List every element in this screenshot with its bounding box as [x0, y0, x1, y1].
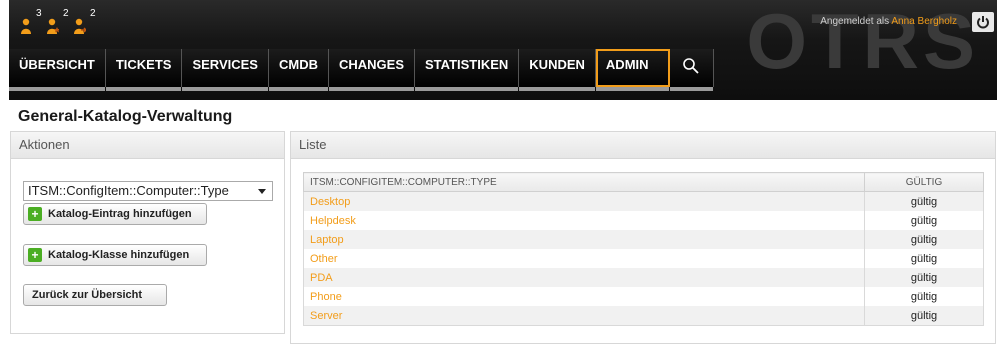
row-name-link[interactable]: Other [303, 249, 865, 268]
add-entry-label: Katalog-Eintrag hinzufügen [48, 208, 192, 220]
user-star-icon[interactable]: 2 [44, 8, 74, 36]
power-icon [977, 16, 989, 29]
user-name-link[interactable]: Anna Bergholz [891, 16, 957, 27]
nav-cmdb[interactable]: CMDB [268, 49, 329, 91]
nav-kunden[interactable]: KUNDEN [519, 49, 596, 91]
row-valid: gültig [864, 268, 984, 287]
add-class-label: Katalog-Klasse hinzufügen [48, 249, 190, 261]
plus-icon: + [28, 207, 42, 221]
row-name-link[interactable]: Phone [303, 287, 865, 306]
row-valid: gültig [864, 211, 984, 230]
column-header-valid[interactable]: GÜLTIG [864, 172, 984, 192]
row-name-link[interactable]: Helpdesk [303, 211, 865, 230]
table-row[interactable]: PDA gültig [303, 268, 984, 287]
page-title: General-Katalog-Verwaltung [18, 108, 233, 125]
row-name-link[interactable]: PDA [303, 268, 865, 287]
otrs-logo: OTRS [746, 0, 979, 85]
row-valid: gültig [864, 249, 984, 268]
add-catalog-entry-button[interactable]: + Katalog-Eintrag hinzufügen [23, 203, 207, 225]
catalog-class-select[interactable]: ITSM::ConfigItem::Computer::Type [23, 181, 273, 201]
row-valid: gültig [864, 287, 984, 306]
nav-services[interactable]: SERVICES [182, 49, 269, 91]
toolbar-count: 2 [90, 8, 96, 19]
actions-header: Aktionen [11, 132, 284, 159]
back-to-overview-button[interactable]: Zurück zur Übersicht [23, 284, 167, 306]
list-header: Liste [291, 132, 995, 159]
catalog-table: ITSM::CONFIGITEM::COMPUTER::TYPE GÜLTIG … [303, 172, 984, 326]
toolbar-count: 2 [63, 8, 69, 19]
row-name-link[interactable]: Desktop [303, 191, 865, 211]
plus-icon: + [28, 248, 42, 262]
logged-in-info: Angemeldet als Anna Bergholz [820, 16, 957, 27]
row-name-link[interactable]: Laptop [303, 230, 865, 249]
nav-admin[interactable]: ADMIN [595, 49, 670, 91]
user-icon[interactable]: 3 [17, 8, 47, 36]
logged-in-prefix: Angemeldet als [820, 16, 890, 27]
chevron-down-icon [258, 189, 266, 194]
list-panel: Liste ITSM::CONFIGITEM::COMPUTER::TYPE G… [290, 131, 996, 344]
nav-tickets[interactable]: TICKETS [105, 49, 183, 91]
row-valid: gültig [864, 191, 984, 211]
header-bar: OTRS 3 2 2 Angemeldet als Anna Bergholz … [9, 0, 997, 100]
nav-uebersicht[interactable]: ÜBERSICHT [9, 49, 106, 91]
toolbar-count: 3 [36, 8, 42, 19]
table-row[interactable]: Desktop gültig [303, 191, 984, 211]
table-row[interactable]: Phone gültig [303, 287, 984, 306]
nav-statistiken[interactable]: STATISTIKEN [415, 49, 520, 91]
column-header-type[interactable]: ITSM::CONFIGITEM::COMPUTER::TYPE [303, 172, 865, 192]
main-nav: ÜBERSICHT TICKETS SERVICES CMDB CHANGES … [9, 49, 714, 91]
table-row[interactable]: Laptop gültig [303, 230, 984, 249]
table-row[interactable]: Helpdesk gültig [303, 211, 984, 230]
nav-search-button[interactable] [669, 49, 714, 91]
row-valid: gültig [864, 230, 984, 249]
back-label: Zurück zur Übersicht [32, 289, 143, 301]
table-row[interactable]: Other gültig [303, 249, 984, 268]
nav-changes[interactable]: CHANGES [328, 49, 415, 91]
select-value: ITSM::ConfigItem::Computer::Type [28, 183, 229, 198]
user-arrow-icon[interactable]: 2 [71, 8, 101, 36]
search-icon [683, 58, 700, 74]
add-catalog-class-button[interactable]: + Katalog-Klasse hinzufügen [23, 244, 207, 266]
row-valid: gültig [864, 306, 984, 326]
table-row[interactable]: Server gültig [303, 306, 984, 326]
actions-panel: Aktionen ITSM::ConfigItem::Computer::Typ… [10, 131, 285, 334]
row-name-link[interactable]: Server [303, 306, 865, 326]
logout-button[interactable] [972, 12, 994, 32]
